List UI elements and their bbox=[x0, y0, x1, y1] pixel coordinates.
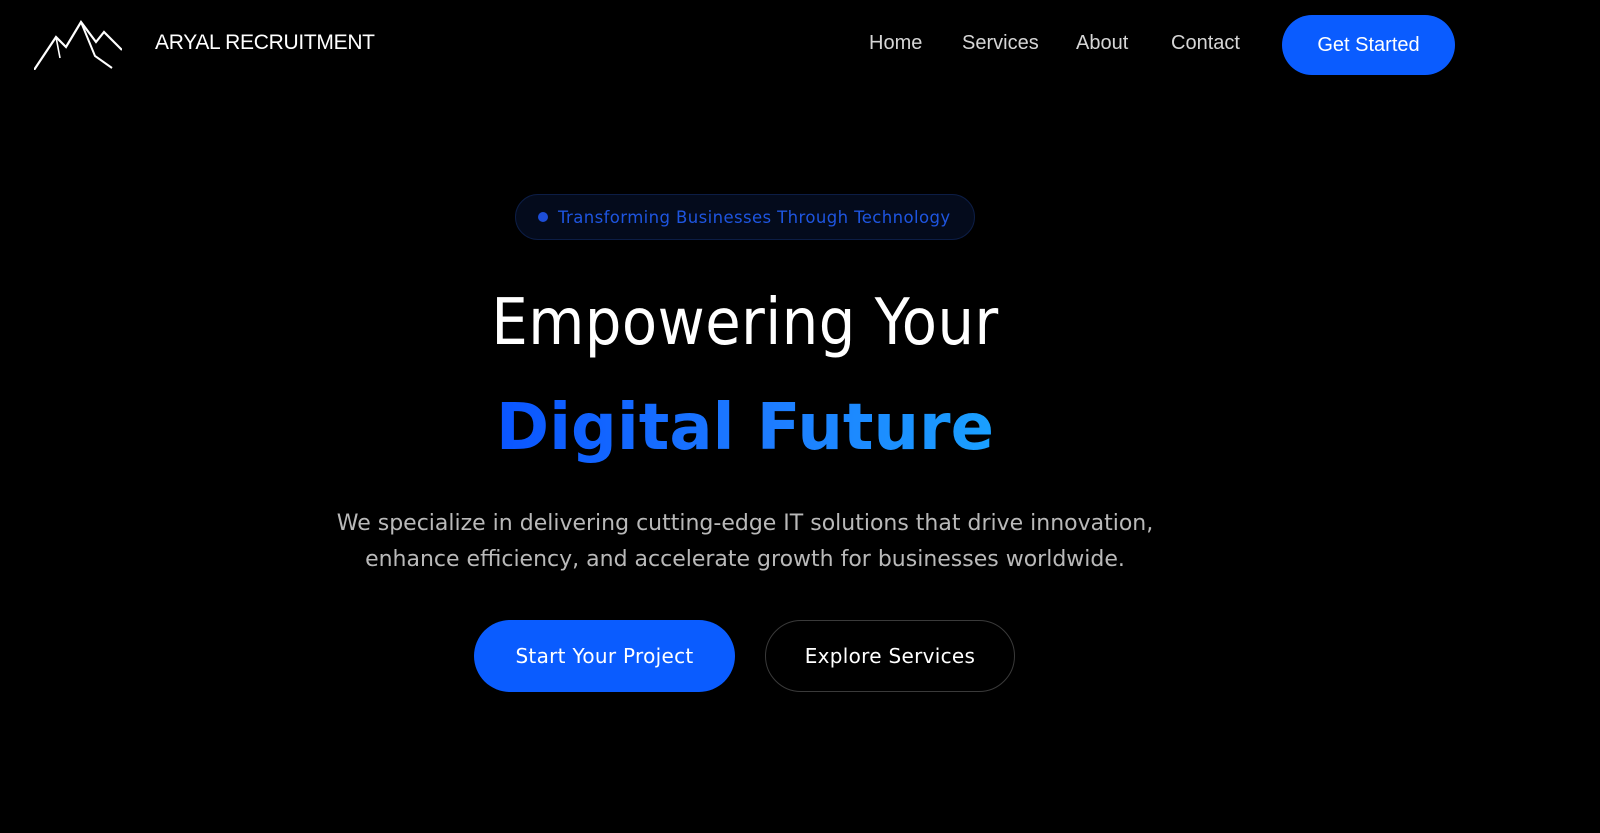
hero-description-line2: enhance efficiency, and accelerate growt… bbox=[365, 547, 1125, 572]
nav-contact-link[interactable]: Contact bbox=[1171, 32, 1240, 55]
explore-services-button[interactable]: Explore Services bbox=[765, 620, 1015, 692]
hero-title-line2-text: Digital Future bbox=[495, 391, 995, 465]
start-project-button[interactable]: Start Your Project bbox=[474, 620, 735, 692]
nav-about-link[interactable]: About bbox=[1076, 32, 1128, 55]
hero-description-line1: We specialize in delivering cutting-edge… bbox=[336, 511, 1154, 536]
mountain-peaks-icon bbox=[34, 20, 122, 70]
brand-name: ARYAL RECRUITMENT bbox=[155, 31, 375, 54]
badge-text: Transforming Businesses Through Technolo… bbox=[558, 207, 951, 227]
hero-title-line1-text: Empowering Your bbox=[491, 286, 999, 360]
nav-services-link[interactable]: Services bbox=[962, 32, 1039, 55]
badge-dot-icon bbox=[538, 212, 548, 222]
get-started-button[interactable]: Get Started bbox=[1282, 15, 1455, 75]
landing-page: ARYAL RECRUITMENT Home Services About Co… bbox=[0, 0, 1600, 833]
brand-home-link[interactable]: ARYAL RECRUITMENT bbox=[34, 20, 375, 70]
navbar: ARYAL RECRUITMENT Home Services About Co… bbox=[0, 0, 1600, 90]
hero-badge: Transforming Businesses Through Technolo… bbox=[515, 194, 975, 240]
nav-home-link[interactable]: Home bbox=[869, 32, 922, 55]
hero-title-line1: Empowering Your bbox=[0, 278, 1490, 368]
hero-title-line2: Digital Future bbox=[0, 383, 1490, 473]
hero-description: We specialize in delivering cutting-edge… bbox=[0, 506, 1490, 578]
